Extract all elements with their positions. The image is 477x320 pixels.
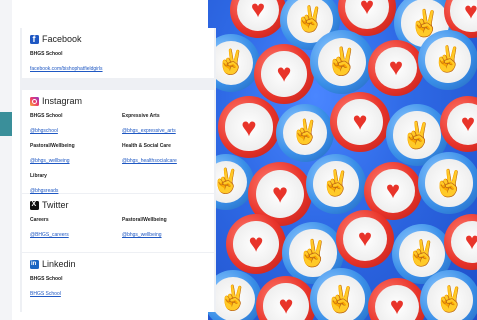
- hero-image-social-pins: ♥ ✌ ♥ ✌ ♥ ✌ ♥ ✌ ♥ ✌ ♥ ✌ ♥ ✌ ♥ ✌ ♥ ✌ ♥ ✌ ♥ ✌ ♥ ✌ ♥ ✌ ♥ ✌ ♥ ✌: [208, 0, 477, 320]
- twitter-heading: Twitter: [30, 200, 206, 210]
- heart-icon: ♥: [226, 214, 286, 274]
- left-accent-block: [0, 112, 12, 136]
- twitter-grid: Careers @BHGS_careers Pastoral/Wellbeing…: [30, 217, 206, 241]
- linkedin-card: Linkedin BHGS School BHGS School: [22, 253, 214, 312]
- linkedin-icon: [30, 259, 39, 269]
- left-edge-strip: [0, 0, 12, 320]
- facebook-entry-link[interactable]: facebook.com/bishophatfieldgirls: [30, 66, 103, 72]
- instagram-entry: Expressive Arts @bhgs_expressive_arts: [122, 113, 206, 137]
- twitter-heading-text: Twitter: [42, 200, 69, 210]
- thumbs-up-icon: ✌: [310, 268, 372, 320]
- heart-icon: ♥: [230, 0, 286, 38]
- thumbs-up-icon: ✌: [276, 104, 334, 162]
- thumbs-up-icon: ✌: [310, 30, 374, 94]
- social-links-panel: Facebook BHGS School facebook.com/bishop…: [20, 28, 216, 312]
- heart-icon: ♥: [336, 210, 394, 268]
- heart-icon: ♥: [368, 40, 424, 96]
- thumbs-up-icon: ✌: [306, 154, 366, 214]
- facebook-heading: Facebook: [30, 34, 206, 44]
- instagram-entry-label: Library: [30, 173, 47, 179]
- twitter-card: Twitter Careers @BHGS_careers Pastoral/W…: [22, 194, 214, 252]
- instagram-entry-link[interactable]: @bhgs_healthsocialcare: [122, 158, 177, 164]
- thumbs-up-icon: ✌: [418, 152, 477, 214]
- twitter-entry-link[interactable]: @BHGS_careers: [30, 232, 69, 238]
- instagram-entry-label: Health & Social Care: [122, 143, 171, 149]
- twitter-entry-label: Pastoral/Wellbeing: [122, 217, 167, 223]
- twitter-entry: Careers @BHGS_careers: [30, 217, 114, 241]
- instagram-heading-text: Instagram: [42, 96, 83, 106]
- linkedin-entry-label: BHGS School: [30, 276, 63, 282]
- linkedin-heading-text: Linkedin: [42, 259, 76, 269]
- instagram-card: Instagram BHGS School @bhgschool Express…: [22, 90, 214, 194]
- x-twitter-icon: [30, 200, 39, 210]
- instagram-entry-link[interactable]: @bhgs_expressive_arts: [122, 128, 176, 134]
- linkedin-entry: BHGS School BHGS School: [30, 276, 206, 300]
- facebook-icon: [30, 34, 39, 44]
- heart-icon: ♥: [254, 44, 314, 104]
- heart-icon: ♥: [330, 92, 390, 152]
- instagram-entry-label: Expressive Arts: [122, 113, 160, 119]
- heart-icon: ♥: [368, 278, 426, 320]
- instagram-entry-label: BHGS School: [30, 113, 63, 119]
- instagram-entry: Health & Social Care @bhgs_healthsocialc…: [122, 143, 206, 167]
- instagram-entry: Pastoral/Wellbeing @bhgs_wellbeing: [30, 143, 114, 167]
- twitter-entry-label: Careers: [30, 217, 49, 223]
- instagram-entry-link[interactable]: @bhgschool: [30, 128, 58, 134]
- instagram-entry-label: Pastoral/Wellbeing: [30, 143, 75, 149]
- instagram-entry: BHGS School @bhgschool: [30, 113, 114, 137]
- facebook-entry: BHGS School facebook.com/bishophatfieldg…: [30, 51, 206, 75]
- thumbs-up-icon: ✌: [420, 270, 477, 320]
- instagram-icon: [30, 96, 39, 106]
- facebook-entry-label: BHGS School: [30, 51, 63, 57]
- instagram-grid: BHGS School @bhgschool Expressive Arts @…: [30, 113, 206, 197]
- heart-icon: ♥: [218, 96, 280, 158]
- instagram-heading: Instagram: [30, 96, 206, 106]
- linkedin-entry-link[interactable]: BHGS School: [30, 291, 61, 297]
- thumbs-up-icon: ✌: [418, 30, 477, 90]
- facebook-card: Facebook BHGS School facebook.com/bishop…: [22, 28, 214, 78]
- twitter-entry-link[interactable]: @bhgs_wellbeing: [122, 232, 162, 238]
- instagram-entry-link[interactable]: @bhgs_wellbeing: [30, 158, 70, 164]
- twitter-entry: Pastoral/Wellbeing @bhgs_wellbeing: [122, 217, 206, 241]
- facebook-heading-text: Facebook: [42, 34, 82, 44]
- linkedin-heading: Linkedin: [30, 259, 206, 269]
- thumbs-up-icon: ✌: [208, 270, 262, 320]
